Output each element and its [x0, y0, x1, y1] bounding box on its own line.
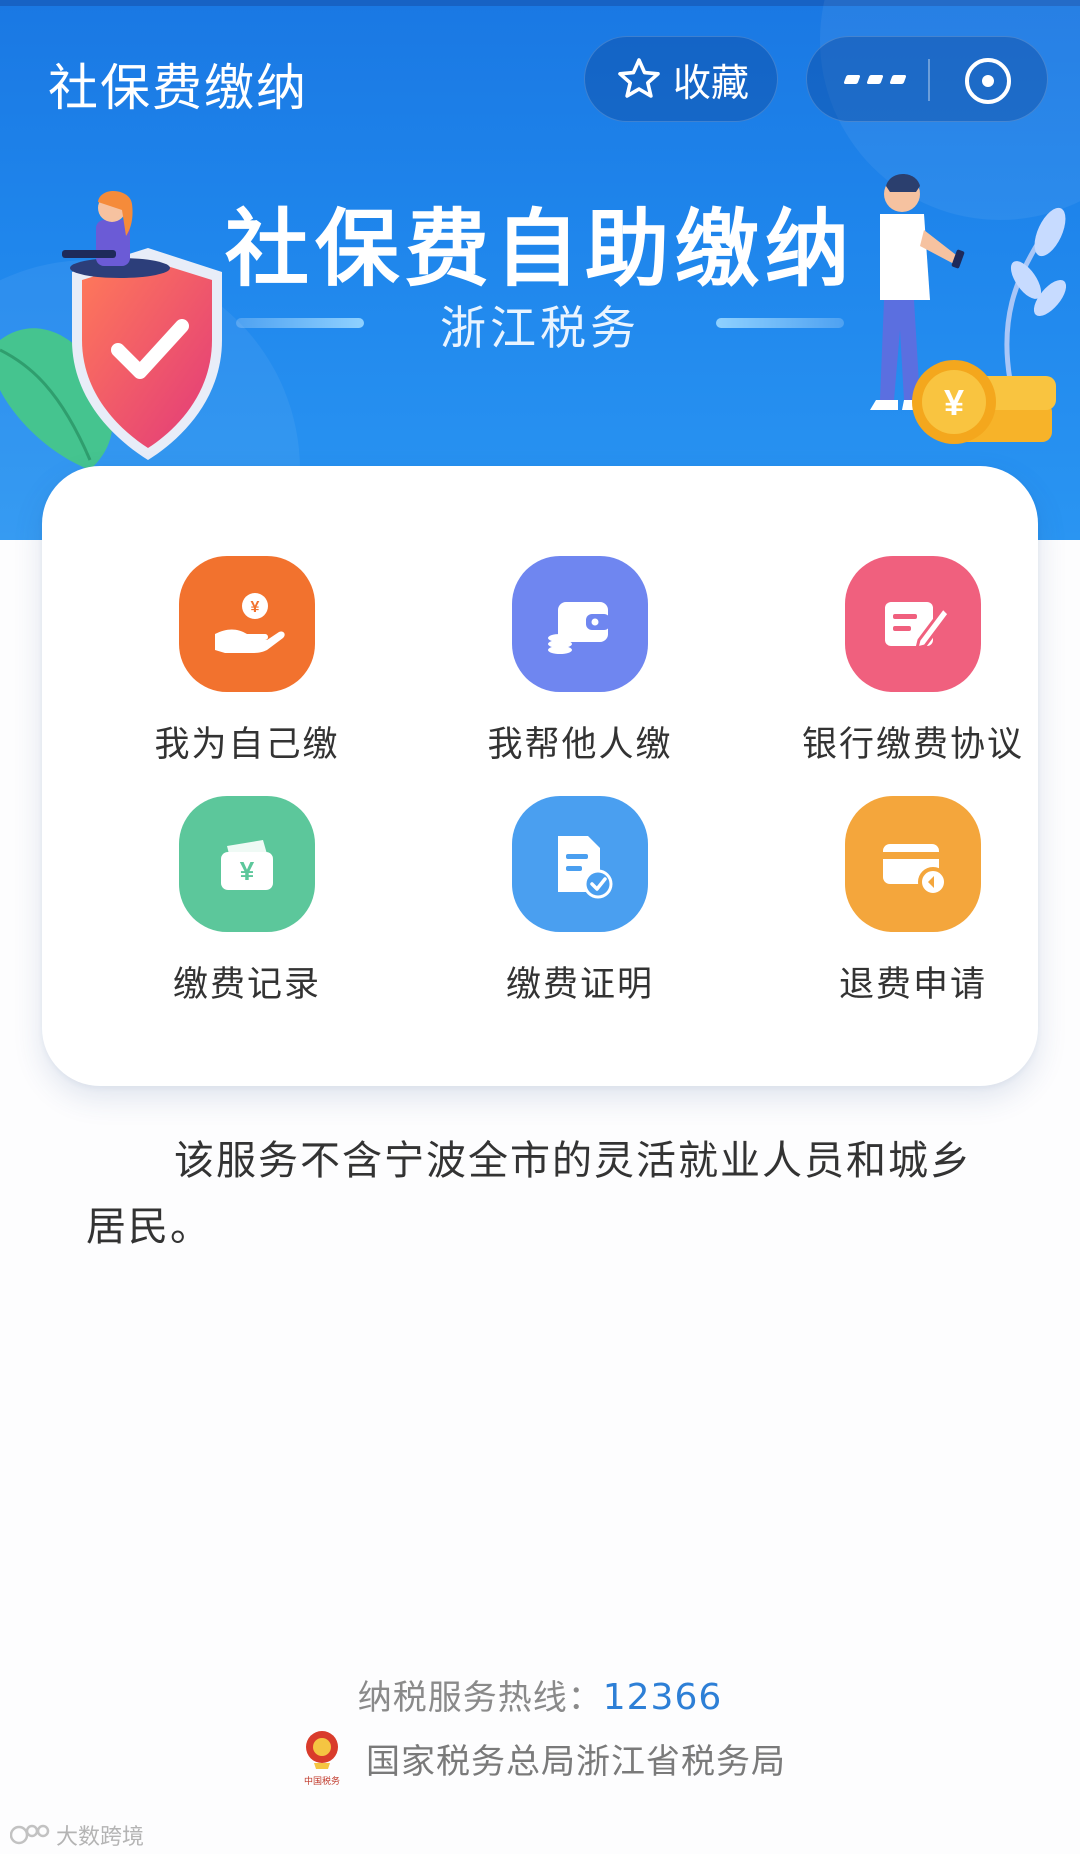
watermark: 大数跨境 — [10, 1820, 144, 1850]
service-refund-application[interactable]: 退费申请 — [748, 796, 1078, 1016]
more-dots-icon[interactable] — [843, 67, 907, 91]
svg-text:¥: ¥ — [251, 599, 260, 616]
service-notice: 该服务不含宁波全市的灵活就业人员和城乡居民。 — [86, 1138, 972, 1250]
mini-program-capsule — [806, 36, 1048, 122]
mini-program-close-icon[interactable] — [962, 55, 1014, 107]
svg-text:中国税务: 中国税务 — [304, 1775, 340, 1787]
watermark-text: 大数跨境 — [56, 1825, 145, 1850]
hotline-number[interactable]: 12366 — [603, 1677, 723, 1718]
organization: 中国税务 国家税务总局浙江省税务局 — [300, 1726, 786, 1790]
edit-document-icon — [845, 556, 981, 692]
service-bank-agreement[interactable]: 银行缴费协议 — [748, 556, 1078, 776]
capsule-divider — [928, 59, 930, 101]
hotline-label: 纳税服务热线： — [357, 1678, 603, 1718]
service-label: 我为自己缴 — [154, 725, 340, 765]
hero-divider-right — [716, 318, 844, 328]
service-label: 我帮他人缴 — [487, 725, 673, 765]
service-payment-certificate[interactable]: 缴费证明 — [415, 796, 745, 1016]
header-banner: 社保费缴纳 收藏 社保费自助缴纳 浙江税务 ¥ — [0, 0, 1080, 540]
service-label: 退费申请 — [838, 965, 987, 1005]
svg-text:¥: ¥ — [944, 382, 964, 423]
nav-title: 社保费缴纳 — [48, 59, 308, 117]
tax-emblem-icon: 中国税务 — [304, 1731, 340, 1787]
coins-illustration: ¥ — [870, 174, 1067, 444]
page: 社保费缴纳 收藏 社保费自助缴纳 浙江税务 ¥ ¥ 我为自己缴 我帮他人缴 银行… — [0, 0, 1080, 1854]
service-label: 缴费证明 — [505, 965, 654, 1005]
wallet-icon — [512, 556, 648, 692]
service-card: ¥ 我为自己缴 我帮他人缴 银行缴费协议 ¥ 缴费记录 缴费证明 退费申请 — [42, 466, 1038, 1086]
hand-coin-icon: ¥ — [179, 556, 315, 692]
star-icon — [618, 58, 660, 98]
service-label: 缴费记录 — [172, 965, 321, 1005]
certificate-check-icon — [512, 796, 648, 932]
shield-illustration — [0, 190, 222, 470]
favorite-button[interactable]: 收藏 — [584, 36, 778, 122]
service-pay-self[interactable]: ¥ 我为自己缴 — [82, 556, 412, 776]
hotline: 纳税服务热线：12366 — [0, 1670, 1080, 1719]
money-envelope-icon: ¥ — [179, 796, 315, 932]
service-label: 银行缴费协议 — [801, 725, 1024, 765]
favorite-label: 收藏 — [673, 60, 750, 105]
organization-name: 国家税务总局浙江省税务局 — [366, 1741, 786, 1782]
service-payment-records[interactable]: ¥ 缴费记录 — [82, 796, 412, 1016]
watermark-logo-icon — [10, 1824, 50, 1845]
card-refund-icon — [845, 796, 981, 932]
svg-text:¥: ¥ — [240, 856, 255, 886]
service-pay-others[interactable]: 我帮他人缴 — [415, 556, 745, 776]
